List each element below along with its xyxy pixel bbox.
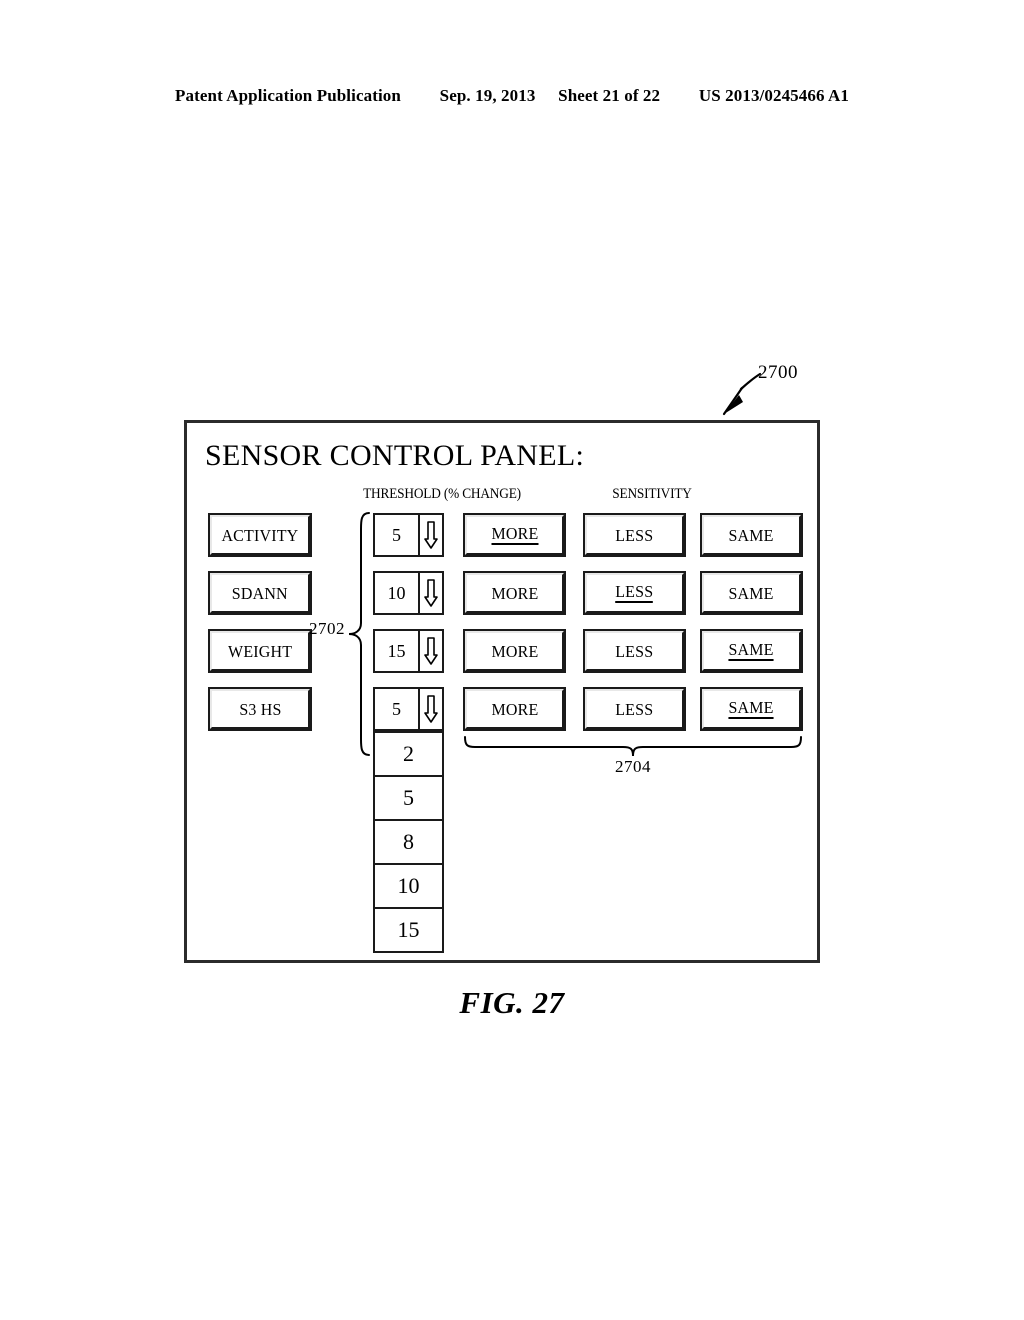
threshold-dropdown-open-list[interactable]: 2 5 8 10 15 bbox=[373, 731, 444, 953]
publication-label: Patent Application Publication bbox=[175, 86, 401, 105]
sensitivity-same-button-sdann[interactable]: SAME bbox=[700, 571, 803, 615]
dropdown-option[interactable]: 2 bbox=[375, 731, 442, 775]
sensor-label: ACTIVITY bbox=[221, 525, 299, 545]
table-row: SDANN 10 MORE LESS SAME bbox=[187, 571, 817, 615]
threshold-dropdown-activity[interactable]: 5 bbox=[373, 513, 444, 557]
threshold-dropdown-weight[interactable]: 15 bbox=[373, 629, 444, 673]
sensor-label: WEIGHT bbox=[227, 641, 293, 661]
panel-reference-number: 2700 bbox=[758, 362, 798, 383]
panel-reference-callout: 2700 bbox=[712, 362, 822, 418]
table-row: WEIGHT 15 MORE LESS SAME bbox=[187, 629, 817, 673]
column-header-sensitivity: SENSITIVITY bbox=[612, 486, 692, 502]
threshold-value: 5 bbox=[375, 515, 420, 555]
threshold-group-brace-icon bbox=[348, 512, 370, 756]
sensitivity-label: MORE bbox=[491, 641, 538, 661]
sheet-number: Sheet 21 of 22 bbox=[558, 86, 661, 105]
sensitivity-more-button-weight[interactable]: MORE bbox=[463, 629, 566, 673]
patent-number: US 2013/0245466 A1 bbox=[698, 86, 849, 105]
sensitivity-same-button-activity[interactable]: SAME bbox=[700, 513, 803, 557]
sensitivity-label: LESS bbox=[615, 582, 654, 603]
sensor-button-weight[interactable]: WEIGHT bbox=[208, 629, 312, 673]
sensitivity-label: LESS bbox=[615, 699, 654, 719]
dropdown-option[interactable]: 8 bbox=[375, 819, 442, 863]
sensor-label: S3 HS bbox=[238, 699, 282, 719]
chevron-down-icon[interactable] bbox=[420, 573, 442, 613]
sensitivity-more-button-sdann[interactable]: MORE bbox=[463, 571, 566, 615]
sensitivity-less-button-sdann[interactable]: LESS bbox=[583, 571, 686, 615]
sensitivity-more-button-activity[interactable]: MORE bbox=[463, 513, 566, 557]
dropdown-option[interactable]: 15 bbox=[375, 907, 442, 951]
panel-title: SENSOR CONTROL PANEL: bbox=[205, 439, 585, 472]
page-header: Patent Application Publication Sep. 19, … bbox=[0, 86, 1024, 106]
sensor-button-s3hs[interactable]: S3 HS bbox=[208, 687, 312, 731]
threshold-dropdown-s3hs[interactable]: 5 bbox=[373, 687, 444, 731]
threshold-group-reference-number: 2702 bbox=[309, 619, 345, 638]
sensor-button-activity[interactable]: ACTIVITY bbox=[208, 513, 312, 557]
sensor-label: SDANN bbox=[232, 583, 288, 603]
sensitivity-label: SAME bbox=[728, 525, 775, 545]
sensitivity-label: LESS bbox=[615, 525, 654, 545]
sensitivity-label: MORE bbox=[491, 583, 538, 603]
threshold-value: 10 bbox=[375, 573, 420, 613]
publication-date: Sep. 19, 2013 bbox=[439, 86, 536, 105]
sensitivity-label: MORE bbox=[491, 524, 538, 545]
sensor-control-panel: SENSOR CONTROL PANEL: THRESHOLD (% CHANG… bbox=[184, 420, 820, 963]
sensitivity-less-button-s3hs[interactable]: LESS bbox=[583, 687, 686, 731]
sensitivity-less-button-activity[interactable]: LESS bbox=[583, 513, 686, 557]
chevron-down-icon[interactable] bbox=[420, 689, 442, 729]
threshold-value: 5 bbox=[375, 689, 420, 729]
sensitivity-label: SAME bbox=[728, 583, 775, 603]
figure-caption: FIG. 27 bbox=[459, 985, 565, 1020]
sensitivity-group-brace-icon bbox=[464, 736, 802, 757]
sensitivity-label: MORE bbox=[491, 699, 538, 719]
threshold-dropdown-sdann[interactable]: 10 bbox=[373, 571, 444, 615]
sensitivity-less-button-weight[interactable]: LESS bbox=[583, 629, 686, 673]
dropdown-option[interactable]: 5 bbox=[375, 775, 442, 819]
dropdown-option[interactable]: 10 bbox=[375, 863, 442, 907]
sensor-button-sdann[interactable]: SDANN bbox=[208, 571, 312, 615]
chevron-down-icon[interactable] bbox=[420, 515, 442, 555]
chevron-down-icon[interactable] bbox=[420, 631, 442, 671]
sensitivity-group-reference-number: 2704 bbox=[615, 757, 651, 776]
sensitivity-same-button-s3hs[interactable]: SAME bbox=[700, 687, 803, 731]
sensitivity-same-button-weight[interactable]: SAME bbox=[700, 629, 803, 673]
sensitivity-label: LESS bbox=[615, 641, 654, 661]
table-row: ACTIVITY 5 MORE LESS SAME bbox=[187, 513, 817, 557]
sensitivity-label: SAME bbox=[728, 640, 775, 661]
column-header-threshold: THRESHOLD (% CHANGE) bbox=[363, 486, 521, 502]
table-row: S3 HS 5 MORE LESS SAME bbox=[187, 687, 817, 731]
sensitivity-more-button-s3hs[interactable]: MORE bbox=[463, 687, 566, 731]
sensitivity-label: SAME bbox=[728, 698, 775, 719]
threshold-value: 15 bbox=[375, 631, 420, 671]
